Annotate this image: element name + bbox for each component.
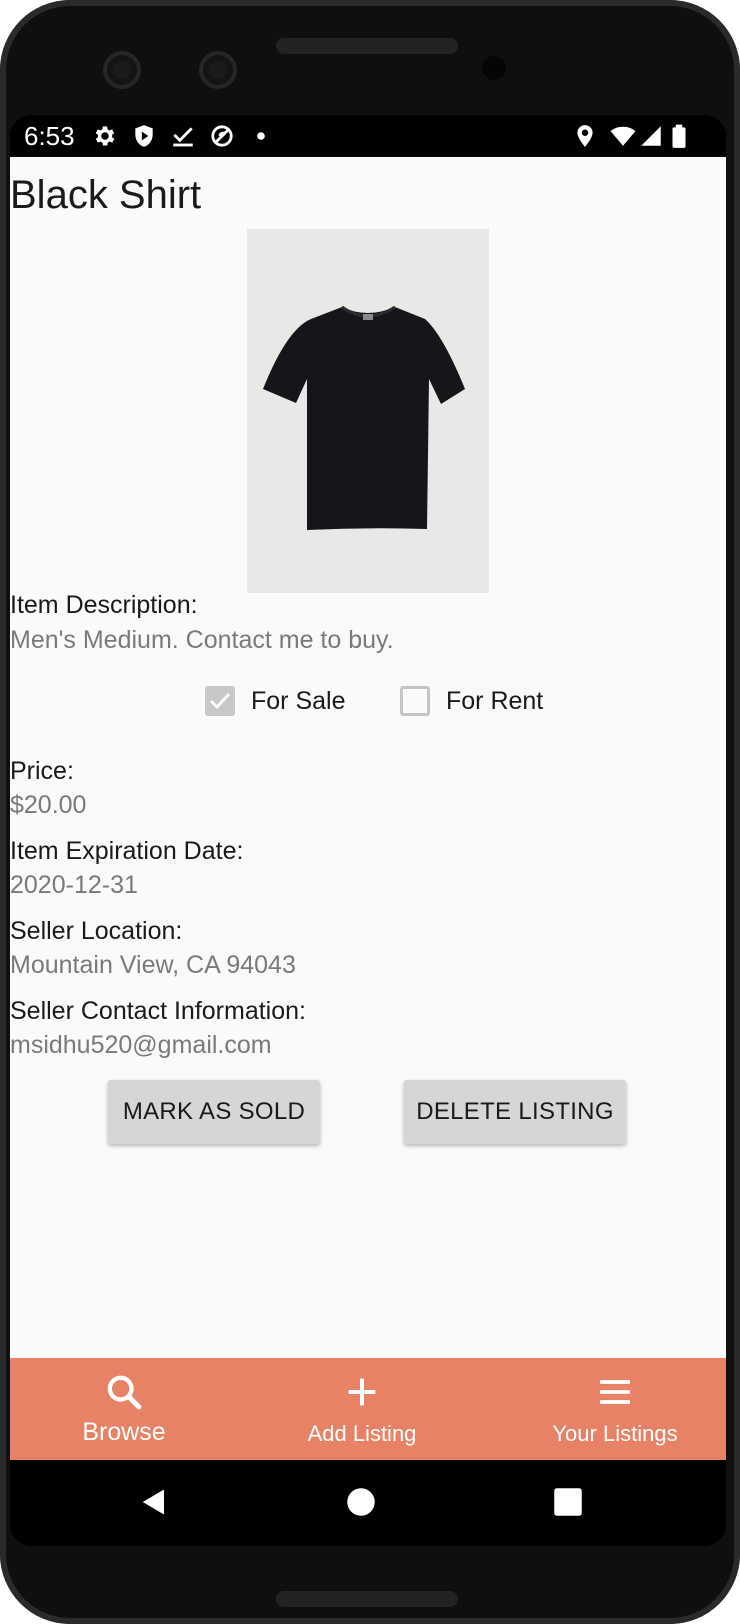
bottom-navigation: Browse Add Listing Your Listings — [10, 1358, 726, 1460]
screen: 6:53 Black Shirt Item Description: Men's… — [10, 115, 726, 1546]
listing-detail: Black Shirt Item Description: Men's Medi… — [10, 157, 726, 1358]
gear-icon — [92, 123, 118, 149]
nav-browse-label: Browse — [82, 1418, 166, 1446]
search-icon — [107, 1375, 142, 1410]
delete-listing-button[interactable]: DELETE LISTING — [404, 1080, 626, 1144]
phone-frame: 6:53 Black Shirt Item Description: Men's… — [0, 0, 740, 1624]
status-bar: 6:53 — [10, 115, 726, 157]
expiration-value: 2020-12-31 — [10, 871, 138, 899]
battery-icon — [666, 123, 692, 149]
location-label: Seller Location: — [10, 917, 183, 945]
location-icon — [572, 123, 598, 149]
front-camera-secondary — [199, 51, 237, 89]
nav-add-listing-label: Add Listing — [307, 1421, 417, 1446]
for-sale-checkbox[interactable]: For Sale — [205, 681, 345, 721]
proximity-sensor — [482, 56, 506, 80]
task-check-icon — [170, 123, 196, 149]
recents-icon[interactable] — [548, 1482, 588, 1522]
description-label: Item Description: — [10, 591, 198, 619]
wifi-icon — [610, 123, 636, 149]
contact-label: Seller Contact Information: — [10, 997, 306, 1025]
nav-browse[interactable]: Browse — [48, 1358, 200, 1460]
front-camera — [103, 51, 141, 89]
phone-top-bezel — [0, 0, 740, 115]
contact-value: msidhu520@gmail.com — [10, 1031, 272, 1059]
nav-your-listings-label: Your Listings — [552, 1421, 678, 1446]
earpiece-speaker — [276, 38, 458, 54]
nav-your-listings[interactable]: Your Listings — [510, 1358, 720, 1460]
nav-add-listing[interactable]: Add Listing — [272, 1358, 452, 1460]
price-label: Price: — [10, 757, 74, 785]
data-saver-icon — [209, 123, 235, 149]
signal-icon — [638, 123, 664, 149]
checkbox-unchecked-icon — [400, 686, 430, 716]
bottom-speaker — [276, 1591, 458, 1607]
for-rent-label: For Rent — [446, 686, 544, 715]
listing-photo — [247, 229, 489, 593]
checkbox-checked-icon — [205, 686, 235, 716]
location-value: Mountain View, CA 94043 — [10, 951, 296, 979]
status-time: 6:53 — [24, 121, 75, 151]
for-rent-checkbox[interactable]: For Rent — [400, 681, 543, 721]
for-sale-label: For Sale — [251, 686, 346, 715]
plus-icon — [348, 1378, 376, 1406]
menu-icon — [600, 1380, 630, 1404]
shield-icon — [131, 123, 157, 149]
system-navigation-bar — [10, 1460, 726, 1546]
dot-icon — [248, 123, 274, 149]
description-value: Men's Medium. Contact me to buy. — [10, 626, 394, 654]
back-icon[interactable] — [134, 1482, 174, 1522]
expiration-label: Item Expiration Date: — [10, 837, 244, 865]
mark-as-sold-button[interactable]: MARK AS SOLD — [108, 1080, 320, 1144]
tshirt-image — [247, 229, 489, 593]
home-icon[interactable] — [341, 1482, 381, 1522]
listing-title: Black Shirt — [10, 173, 202, 217]
price-value: $20.00 — [10, 791, 87, 819]
